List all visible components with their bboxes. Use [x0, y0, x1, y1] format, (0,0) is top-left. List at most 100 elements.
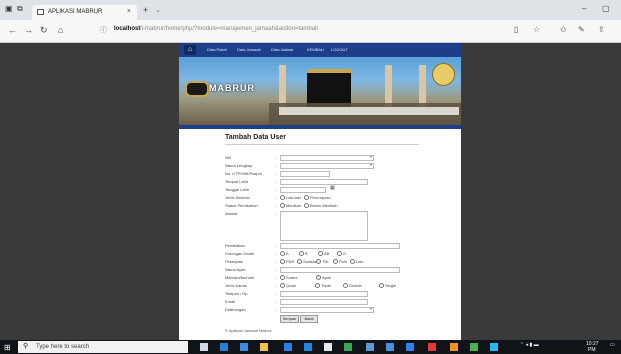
colon: :: [276, 171, 278, 176]
radio-double[interactable]: Double: [343, 283, 362, 289]
address-bar[interactable]: ⓘ localhost /i-mabrur/home/php/?module=m…: [100, 24, 520, 37]
favorites-icon[interactable]: ✩: [560, 25, 567, 34]
form-title: Tambah Data User: [225, 134, 286, 141]
keterangan-select[interactable]: [280, 306, 374, 313]
edge-icon[interactable]: [220, 343, 228, 351]
radio-menikah[interactable]: Menikah: [280, 203, 301, 209]
app-icon[interactable]: [450, 343, 458, 351]
radio-triple[interactable]: Triple: [315, 283, 331, 289]
tabs-icon[interactable]: ⧉: [17, 4, 23, 14]
colon: :: [276, 203, 278, 208]
app-icon[interactable]: [406, 343, 414, 351]
label-telepon: Telepon / Hp: [225, 291, 248, 296]
mail-icon[interactable]: [284, 343, 292, 351]
banner-stripe: [179, 125, 461, 129]
tab-dropdown-icon[interactable]: ⌄: [155, 6, 161, 14]
tab-active[interactable]: APLIKASI MABRUR ×: [32, 5, 137, 20]
app-icon[interactable]: [490, 343, 498, 351]
calendar-icon[interactable]: ▦: [330, 185, 335, 191]
radio-swasta[interactable]: Swasta: [297, 259, 316, 265]
radio-label: TNI: [322, 259, 329, 264]
app-icon[interactable]: [304, 343, 312, 351]
notifications-icon[interactable]: ▭: [610, 342, 615, 348]
nama-select[interactable]: [280, 162, 374, 169]
favorite-star-icon[interactable]: ☆: [533, 25, 540, 34]
radio-label: AB: [324, 251, 330, 256]
telepon-input[interactable]: [280, 291, 368, 297]
tab-actions-icon[interactable]: ▣: [5, 4, 13, 13]
site-top-nav: ⌂ Data Paket Data Jamaah Data Jadwal KEM…: [179, 43, 461, 57]
colon: :: [276, 299, 278, 304]
file-explorer-icon[interactable]: [260, 343, 268, 351]
tab-title: APLIKASI MABRUR: [48, 9, 103, 15]
label-tempat: Tempat Lahir: [225, 179, 249, 184]
app-icon[interactable]: [428, 343, 436, 351]
tab-close-icon[interactable]: ×: [127, 8, 131, 15]
radio-label: A: [286, 251, 289, 256]
colon: :: [276, 163, 278, 168]
save-button[interactable]: Simpan: [280, 315, 299, 323]
task-view-icon[interactable]: [200, 343, 208, 351]
radio-a[interactable]: A: [280, 251, 289, 257]
info-icon[interactable]: ⓘ: [100, 25, 107, 35]
menu-item-jadwal[interactable]: Data Jadwal: [271, 47, 293, 52]
system-tray-icons[interactable]: ⌃ ◂ ▮ ▬: [520, 342, 539, 348]
back-icon[interactable]: ←: [8, 25, 17, 35]
label-ktp: No. KTP/SIM/Paspor: [225, 171, 263, 176]
taskbar-search[interactable]: ⚲ Type here to search: [18, 341, 188, 353]
site-home-icon[interactable]: ⌂: [184, 45, 196, 55]
colon: :: [276, 259, 278, 264]
menu-item-logout[interactable]: LOGOUT: [331, 47, 348, 52]
radio-o[interactable]: O: [337, 251, 346, 257]
radio-b[interactable]: B: [299, 251, 308, 257]
maximize-button[interactable]: ▢: [602, 4, 610, 13]
radio-ab[interactable]: AB: [318, 251, 330, 257]
reading-view-icon[interactable]: ▯: [514, 25, 518, 34]
radio-pns[interactable]: PNS: [280, 259, 294, 265]
clock-date[interactable]: PM: [588, 347, 596, 353]
alamat-textarea[interactable]: [280, 211, 368, 241]
browser-nav-bar: ← → ↻ ⌂ ⓘ localhost /i-mabrur/home/php/?…: [0, 20, 621, 43]
app-icon[interactable]: [344, 343, 352, 351]
colon: :: [276, 211, 278, 216]
pendidikan-input[interactable]: [280, 243, 400, 249]
menu-item-kembali[interactable]: KEMBALI: [307, 47, 324, 52]
label-pekerjaan: Pekerjaan: [225, 259, 244, 264]
radio-single[interactable]: Single: [379, 283, 396, 289]
radio-tni[interactable]: TNI: [316, 259, 329, 265]
minimize-button[interactable]: –: [582, 4, 586, 13]
label-jk: Jenis Kelamin: [225, 195, 250, 200]
cancel-button[interactable]: Batal: [300, 315, 318, 323]
radio-perempuan[interactable]: Perempuan: [304, 195, 331, 201]
home-icon[interactable]: ⌂: [58, 25, 63, 35]
radio-laki[interactable]: Laki-laki: [280, 195, 301, 201]
new-tab-button[interactable]: +: [143, 5, 148, 15]
radio-belum-menikah[interactable]: Belum Menikah: [304, 203, 338, 209]
app-icon[interactable]: [366, 343, 374, 351]
app-icon[interactable]: [470, 343, 478, 351]
forward-icon[interactable]: →: [24, 25, 33, 35]
app-icon[interactable]: [386, 343, 394, 351]
email-input[interactable]: [280, 299, 368, 305]
pilgrims-image: [279, 107, 459, 115]
store-icon[interactable]: [240, 343, 248, 351]
colon: :: [276, 251, 278, 256]
radio-polri[interactable]: Polri: [333, 259, 347, 265]
radio-suami[interactable]: Suami: [280, 275, 297, 281]
menu-item-jamaah[interactable]: Data Jamaah: [237, 47, 261, 52]
radio-quad[interactable]: Quad: [280, 283, 296, 289]
windows-start-icon[interactable]: ⊞: [4, 343, 11, 352]
share-icon[interactable]: ⇪: [598, 25, 605, 34]
menu-item-paket[interactable]: Data Paket: [207, 47, 227, 52]
radio-lain[interactable]: Lain: [350, 259, 364, 265]
tempat-lahir-input[interactable]: [280, 179, 368, 185]
tanggal-lahir-input[interactable]: [280, 187, 326, 193]
nama-ayah-input[interactable]: [280, 267, 400, 273]
radio-ayah[interactable]: Ayah: [316, 275, 331, 281]
notes-icon[interactable]: ✎: [578, 25, 585, 34]
chrome-icon[interactable]: [324, 343, 332, 351]
colon: :: [276, 275, 278, 280]
nik-select[interactable]: [280, 154, 374, 161]
refresh-icon[interactable]: ↻: [40, 25, 48, 36]
ktp-input[interactable]: [280, 171, 330, 177]
